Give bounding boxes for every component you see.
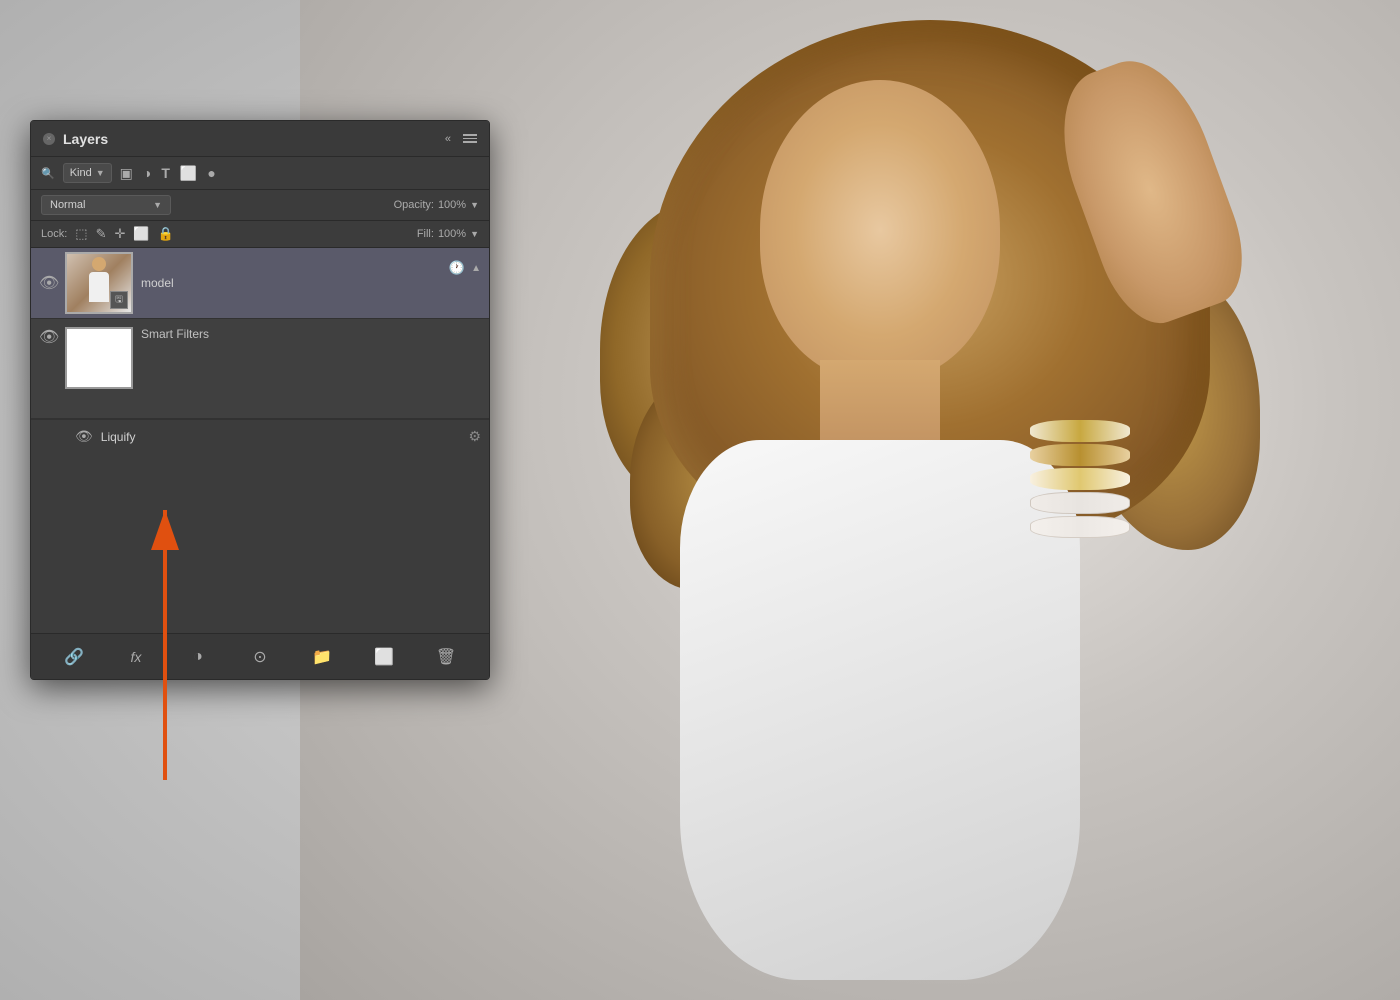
delete-layer-button[interactable]: 🗑: [432, 643, 460, 671]
lock-row: Lock: ⬚ ✎ ✛ ⬜ 🔒 Fill: 100% ▼: [31, 221, 489, 248]
lock-transparent-icon[interactable]: ⬚: [75, 226, 87, 242]
layer-visibility-smart-filters[interactable]: 👁: [39, 327, 57, 347]
filter-bar: 🔍 Kind ▼ ▣ ◑ T ⬜ ●: [31, 157, 489, 190]
kind-label: Kind: [70, 167, 92, 179]
link-layers-button[interactable]: 🔗: [60, 643, 88, 671]
panel-menu-button[interactable]: [463, 134, 477, 143]
new-layer-button[interactable]: ⬜: [370, 643, 398, 671]
pixel-filter-icon[interactable]: ▣: [120, 165, 133, 182]
layer-thumbnail-model: 🖫: [65, 252, 133, 314]
opacity-value[interactable]: 100%: [438, 199, 466, 211]
type-filter-icon[interactable]: T: [161, 165, 170, 181]
woman-figure: [600, 20, 1280, 980]
panel-title: Layers: [63, 131, 108, 147]
lock-move-icon[interactable]: ✛: [115, 226, 126, 242]
smart-filter-icon[interactable]: ●: [207, 165, 215, 181]
layer-name-model: model: [141, 276, 441, 290]
fill-group: Fill: 100% ▼: [417, 228, 479, 240]
blend-mode-value: Normal: [50, 199, 85, 211]
thumb-head: [92, 257, 106, 271]
opacity-group: Opacity: 100% ▼: [394, 199, 479, 211]
smart-filter-info: Smart Filters: [141, 327, 481, 341]
fill-value[interactable]: 100%: [438, 228, 466, 240]
fx-button[interactable]: fx: [122, 643, 150, 671]
bracelet-1: [1030, 420, 1130, 442]
blend-mode-dropdown[interactable]: Normal ▼: [41, 195, 171, 215]
face: [760, 80, 1000, 380]
filter-icons: ▣ ◑ T ⬜ ●: [120, 165, 216, 182]
layer-info-model: model: [141, 276, 441, 290]
new-fill-button[interactable]: ⊙: [246, 643, 274, 671]
search-icon: 🔍: [41, 167, 55, 180]
bracelet-5: [1030, 516, 1130, 538]
bracelet-group: [1030, 420, 1140, 540]
shape-filter-icon[interactable]: ⬜: [180, 165, 197, 182]
smart-filter-label: Smart Filters: [141, 327, 481, 341]
panel-toolbar: 🔗 fx ◑ ⊙ 📁 ⬜ 🗑: [31, 633, 489, 679]
layers-panel: × Layers « 🔍 Kind ▼ ▣ ◑ T ⬜ ● Normal ▼: [30, 120, 490, 680]
adjustment-filter-icon[interactable]: ◑: [143, 165, 151, 181]
opacity-arrow[interactable]: ▼: [470, 200, 479, 210]
lock-label: Lock:: [41, 228, 67, 240]
panel-titlebar: × Layers «: [31, 121, 489, 157]
kind-dropdown[interactable]: Kind ▼: [63, 163, 112, 183]
smart-filter-thumbnail: [65, 327, 133, 389]
fill-arrow[interactable]: ▼: [470, 229, 479, 239]
bracelet-3: [1030, 468, 1130, 490]
liquify-visibility[interactable]: 👁: [75, 428, 93, 445]
close-button[interactable]: ×: [43, 133, 55, 145]
layer-row-model[interactable]: 👁 🖫 model 🕐 ▲: [31, 248, 489, 319]
liquify-row[interactable]: 👁 Liquify ⚙: [31, 419, 489, 453]
layer-visibility-model[interactable]: 👁: [39, 273, 57, 293]
lock-icons: ⬚ ✎ ✛ ⬜ 🔒: [75, 226, 173, 242]
kind-dropdown-arrow: ▼: [96, 168, 105, 178]
layer-row-smart-filters[interactable]: 👁 Smart Filters: [31, 319, 489, 419]
lock-artboard-icon[interactable]: ⬜: [133, 226, 149, 242]
smart-filter-badge: 🖫: [110, 291, 128, 309]
liquify-filter-settings-icon[interactable]: ⚙: [468, 428, 481, 445]
layer-right-icons-model: 🕐 ▲: [449, 260, 481, 276]
titlebar-left: × Layers: [43, 131, 108, 147]
lock-lock-icon[interactable]: 🔒: [158, 226, 174, 242]
dress: [680, 440, 1080, 980]
new-adjustment-button[interactable]: ◑: [184, 643, 212, 671]
layer-expand-icon[interactable]: ▲: [471, 263, 481, 274]
thumb-body: [89, 272, 109, 302]
liquify-name: Liquify: [101, 430, 136, 444]
layers-list[interactable]: 👁 🖫 model 🕐 ▲ 👁: [31, 248, 489, 633]
opacity-label: Opacity:: [394, 199, 434, 211]
new-group-button[interactable]: 📁: [308, 643, 336, 671]
blend-mode-row: Normal ▼ Opacity: 100% ▼: [31, 190, 489, 221]
bracelet-2: [1030, 444, 1130, 466]
smart-filter-thumb-white: [67, 329, 131, 387]
collapse-button[interactable]: «: [445, 133, 451, 145]
blend-mode-arrow: ▼: [153, 200, 162, 210]
bracelet-4: [1030, 492, 1130, 514]
layer-clock-icon: 🕐: [449, 260, 465, 276]
fill-label: Fill:: [417, 228, 434, 240]
lock-paint-icon[interactable]: ✎: [96, 226, 107, 242]
